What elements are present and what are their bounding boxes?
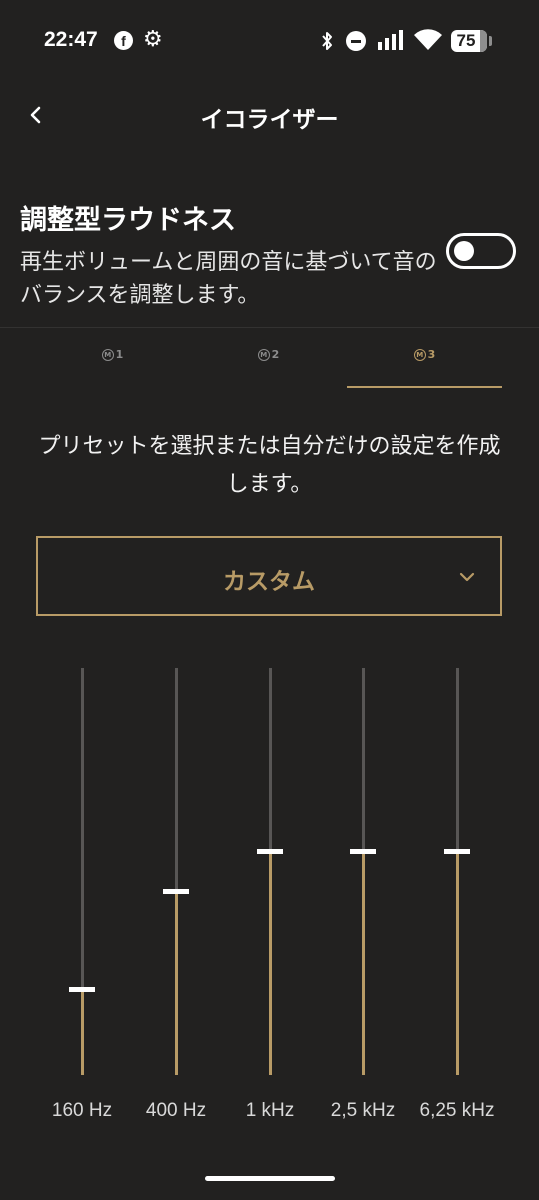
- eq-slider-handle[interactable]: [350, 848, 376, 854]
- eq-track-upper: [361, 668, 365, 852]
- eq-track-level: [268, 851, 272, 1075]
- eq-slider-handle[interactable]: [444, 848, 470, 854]
- eq-slider-handle[interactable]: [69, 987, 95, 993]
- eq-track-level: [174, 891, 178, 1075]
- eq-track-upper: [268, 668, 272, 852]
- eq-track-upper: [174, 668, 178, 892]
- eq-track-upper: [455, 668, 459, 852]
- eq-band-label: 6,25 kHz: [419, 1100, 495, 1121]
- equalizer: 160 Hz 400 Hz 1 kHz 2,5 kHz 6,25 kHz: [0, 0, 539, 1200]
- eq-track-upper: [80, 668, 84, 990]
- eq-track-level: [455, 851, 459, 1075]
- eq-slider-handle[interactable]: [257, 848, 283, 854]
- eq-slider-handle[interactable]: [163, 889, 189, 895]
- eq-track-level: [80, 989, 84, 1075]
- home-indicator[interactable]: [205, 1176, 335, 1181]
- eq-track-level: [361, 851, 365, 1075]
